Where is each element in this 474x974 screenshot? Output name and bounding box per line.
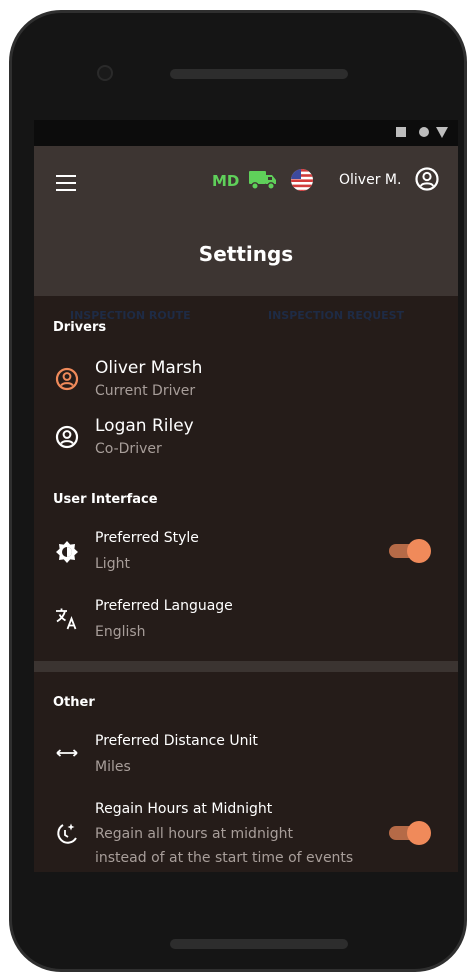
section-header-user-interface: User Interface (53, 492, 158, 507)
status-square-icon (396, 127, 406, 137)
front-camera (97, 65, 113, 81)
brightness-icon (56, 541, 78, 563)
current-driver-icon[interactable] (54, 366, 80, 392)
home-indicator (170, 939, 348, 949)
preferred-language-label[interactable]: Preferred Language (95, 598, 233, 614)
preferred-style-toggle[interactable] (387, 539, 431, 563)
driver-name-co[interactable]: Logan Riley (95, 416, 194, 436)
earpiece-speaker (170, 69, 348, 79)
toggle-thumb (407, 539, 431, 563)
regain-hours-description-2: instead of at the start time of events (95, 850, 354, 866)
hamburger-icon[interactable] (56, 175, 78, 191)
night-clock-icon (57, 823, 77, 844)
distance-unit-label[interactable]: Preferred Distance Unit (95, 733, 258, 749)
distance-unit-value: Miles (95, 759, 131, 775)
status-circle-icon (419, 127, 429, 137)
tab-inspection-request[interactable]: INSPECTION REQUEST (268, 309, 404, 322)
app-bar: MD Oliver M. Settings (34, 146, 458, 296)
section-header-drivers: Drivers (53, 320, 107, 335)
co-driver-icon[interactable] (54, 424, 80, 450)
app-screen: MD Oliver M. Settings INSPECTION ROUTE I… (34, 120, 458, 872)
section-header-other: Other (53, 695, 95, 710)
truck-icon (249, 171, 276, 190)
preferred-style-value: Light (95, 556, 130, 572)
section-divider (34, 661, 458, 672)
preferred-language-value: English (95, 624, 146, 640)
translate-icon (56, 608, 77, 630)
regain-hours-toggle[interactable] (387, 821, 431, 845)
preferred-style-label: Preferred Style (95, 530, 199, 546)
toggle-thumb (407, 821, 431, 845)
status-triangle-icon (436, 127, 448, 138)
account-circle-icon[interactable] (414, 166, 440, 192)
driver-name-current[interactable]: Oliver Marsh (95, 358, 202, 378)
state-badge: MD (212, 172, 240, 190)
regain-hours-description-1: Regain all hours at midnight (95, 826, 293, 842)
status-bar (34, 120, 458, 146)
regain-hours-label[interactable]: Regain Hours at Midnight (95, 801, 272, 817)
page-title: Settings (198, 242, 294, 266)
driver-role-current: Current Driver (95, 383, 196, 399)
us-flag-icon (291, 169, 313, 191)
driver-role-co: Co-Driver (95, 441, 162, 457)
arrow-left-right-icon (56, 749, 78, 757)
user-name[interactable]: Oliver M. (339, 172, 401, 188)
